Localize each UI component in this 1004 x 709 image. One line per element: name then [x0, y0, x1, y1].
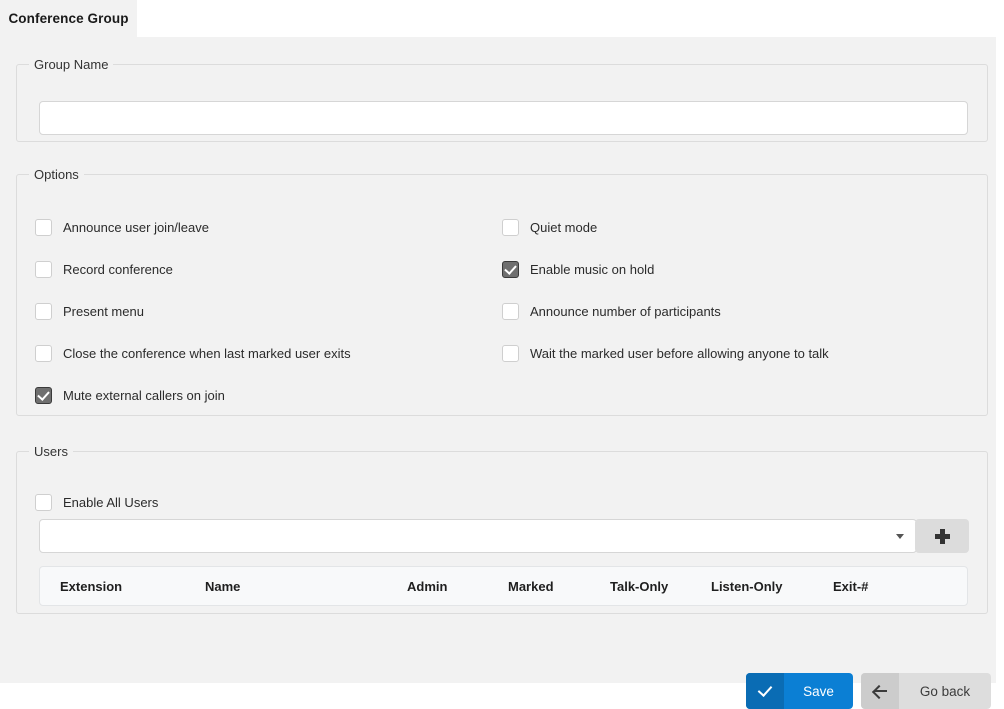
- checkbox-close-conference-last-marked-user-exits[interactable]: [35, 344, 52, 362]
- users-section: Users Enable All Users Extension Name Ad…: [16, 445, 988, 614]
- add-user-button[interactable]: [915, 519, 969, 553]
- column-header-extension: Extension: [60, 578, 123, 594]
- column-header-exit-number: Exit-#: [833, 578, 869, 594]
- group-name-section: Group Name: [16, 58, 988, 142]
- option-present-menu[interactable]: Present menu: [35, 300, 144, 322]
- options-section: Options Announce user join/leave Record …: [16, 168, 988, 416]
- checkbox-quiet-mode[interactable]: [502, 218, 519, 236]
- column-header-talk-only: Talk-Only: [610, 578, 669, 594]
- enable-all-users-label: Enable All Users: [63, 494, 159, 510]
- users-table-header: Extension Name Admin Marked Talk-Only Li…: [39, 566, 968, 606]
- check-icon: [746, 673, 784, 709]
- chevron-down-icon: [896, 533, 904, 539]
- checkbox-mute-external-callers-on-join[interactable]: [35, 386, 52, 404]
- tab-bar: Conference Group: [0, 0, 1004, 37]
- go-back-button-label: Go back: [919, 683, 971, 699]
- users-legend: Users: [34, 444, 68, 459]
- user-select[interactable]: [39, 519, 917, 553]
- option-announce-user-join-leave[interactable]: Announce user join/leave: [35, 216, 209, 238]
- column-header-admin: Admin: [407, 578, 448, 594]
- arrow-left-icon: [861, 673, 899, 709]
- option-label: Mute external callers on join: [63, 387, 225, 403]
- option-label: Quiet mode: [530, 219, 598, 235]
- checkbox-announce-number-of-participants[interactable]: [502, 302, 519, 320]
- option-quiet-mode[interactable]: Quiet mode: [502, 216, 597, 238]
- option-label: Enable music on hold: [530, 261, 655, 277]
- save-button-label: Save: [803, 683, 834, 699]
- column-header-listen-only: Listen-Only: [711, 578, 783, 594]
- checkbox-enable-music-on-hold[interactable]: [502, 260, 519, 278]
- option-label: Announce number of participants: [530, 303, 721, 319]
- checkbox-enable-all-users[interactable]: [35, 493, 52, 511]
- option-mute-external-callers-on-join[interactable]: Mute external callers on join: [35, 384, 225, 406]
- option-label: Present menu: [63, 303, 144, 319]
- option-label: Close the conference when last marked us…: [63, 345, 351, 361]
- checkbox-wait-marked-user-before-talk[interactable]: [502, 344, 519, 362]
- column-header-name: Name: [205, 578, 241, 594]
- option-wait-marked-user-before-talk[interactable]: Wait the marked user before allowing any…: [502, 342, 829, 364]
- conference-group-page: Conference Group Group Name Options Anno…: [0, 0, 1004, 709]
- form-body: Group Name Options Announce user join/le…: [0, 37, 996, 709]
- checkbox-announce-user-join-leave[interactable]: [35, 218, 52, 236]
- option-label: Record conference: [63, 261, 173, 277]
- enable-all-users-row[interactable]: Enable All Users: [35, 491, 158, 513]
- column-header-marked: Marked: [508, 578, 554, 594]
- option-label: Announce user join/leave: [63, 219, 209, 235]
- option-label: Wait the marked user before allowing any…: [530, 345, 829, 361]
- option-record-conference[interactable]: Record conference: [35, 258, 173, 280]
- checkbox-record-conference[interactable]: [35, 260, 52, 278]
- group-name-input[interactable]: [39, 101, 968, 135]
- option-close-conference-last-marked-user-exits[interactable]: Close the conference when last marked us…: [35, 342, 351, 364]
- save-button[interactable]: Save: [746, 673, 853, 709]
- page-right-gutter: [996, 37, 1004, 683]
- tab-conference-group-label: Conference Group: [8, 11, 129, 26]
- go-back-button[interactable]: Go back: [861, 673, 991, 709]
- group-name-legend: Group Name: [34, 57, 109, 72]
- option-enable-music-on-hold[interactable]: Enable music on hold: [502, 258, 654, 280]
- tab-conference-group[interactable]: Conference Group: [0, 0, 137, 37]
- checkbox-present-menu[interactable]: [35, 302, 52, 320]
- options-legend: Options: [34, 167, 79, 182]
- option-announce-number-of-participants[interactable]: Announce number of participants: [502, 300, 721, 322]
- plus-icon: [934, 528, 950, 544]
